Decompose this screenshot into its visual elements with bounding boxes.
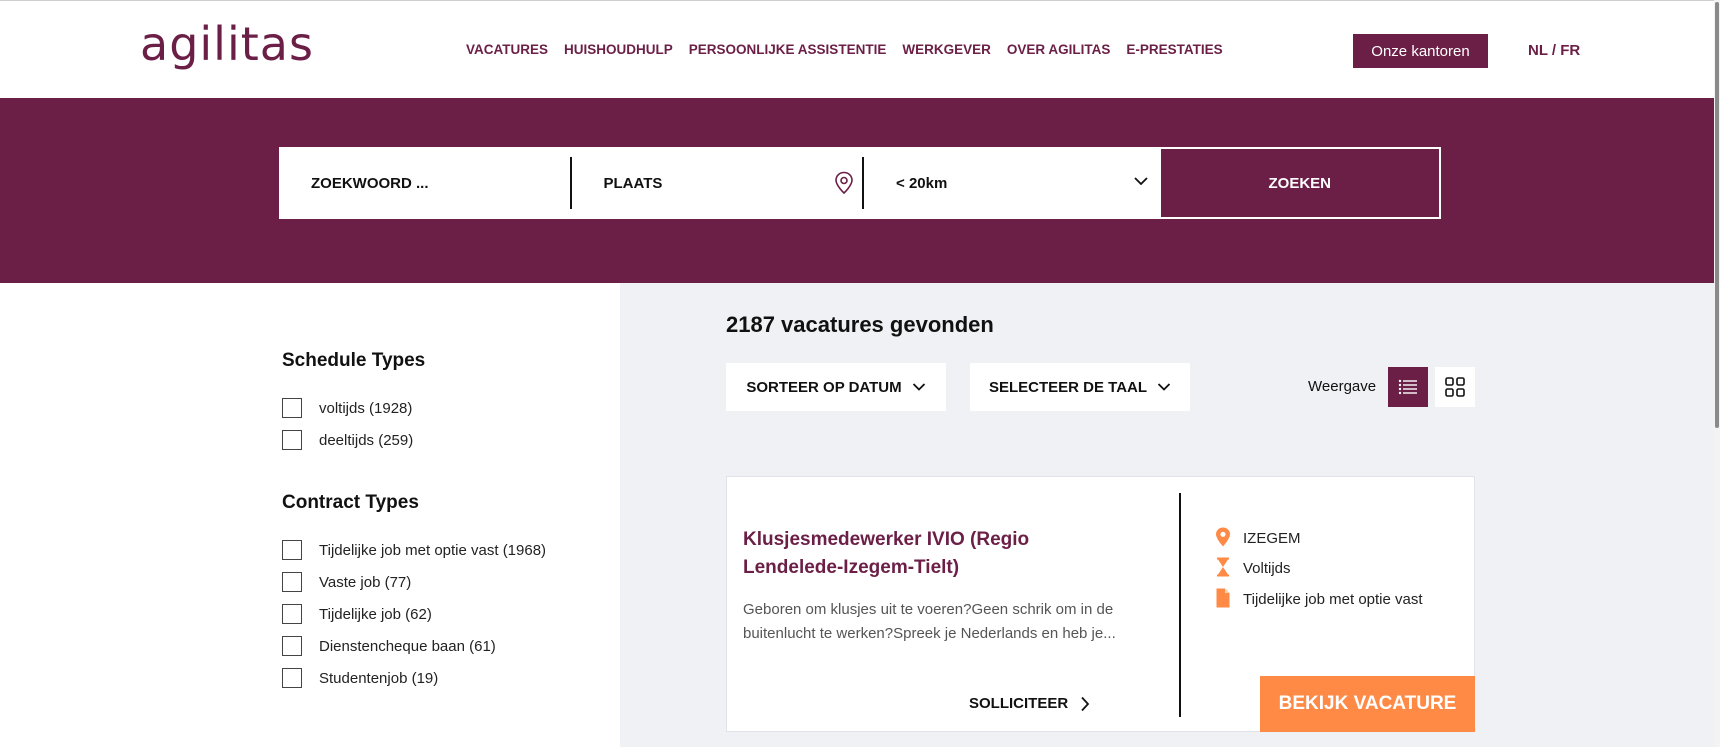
- job-contract-text: Tijdelijke job met optie vast: [1243, 590, 1423, 608]
- language-label: SELECTEER DE TAAL: [988, 378, 1148, 396]
- language-dropdown[interactable]: SELECTEER DE TAAL: [970, 363, 1190, 411]
- view-job-button[interactable]: BEKIJK VACATURE: [1260, 676, 1475, 732]
- nav-persoonlijke-assistentie[interactable]: PERSOONLIJKE ASSISTENTIE: [689, 42, 887, 57]
- checkbox[interactable]: [282, 572, 302, 592]
- filter-option[interactable]: voltijds (1928): [282, 392, 582, 424]
- job-schedule: Voltijds: [1215, 557, 1435, 580]
- job-schedule-text: Voltijds: [1243, 560, 1291, 578]
- search-bar: ZOEKWOORD ... PLAATS < 20km ZOEKEN: [279, 147, 1441, 219]
- list-icon: [1398, 379, 1417, 395]
- filter-title: Schedule Types: [282, 350, 426, 371]
- filter-option-label: Dienstencheque baan (61): [319, 637, 496, 655]
- job-card: Klusjesmedewerker IVIO (Regio Lendelede-…: [726, 476, 1475, 732]
- nav-werkgever[interactable]: WERKGEVER: [902, 42, 991, 57]
- apply-label: SOLLICITEER: [969, 695, 1069, 712]
- job-location-text: IZEGEM: [1243, 530, 1301, 547]
- chevron-down-icon: [912, 383, 925, 391]
- language-switch[interactable]: NL / FR: [1528, 42, 1580, 59]
- chevron-down-icon: [1157, 383, 1171, 391]
- chevron-down-icon: [1133, 177, 1148, 186]
- filter-option[interactable]: deeltijds (259): [282, 424, 582, 456]
- filter-option-label: Tijdelijke job met optie vast (1968): [319, 541, 547, 559]
- keyword-input[interactable]: ZOEKWOORD ...: [279, 147, 570, 219]
- job-title[interactable]: Klusjesmedewerker IVIO (Regio Lendelede-…: [743, 526, 1133, 581]
- hourglass-icon: [1217, 557, 1229, 577]
- checkbox[interactable]: [282, 398, 302, 418]
- nav-huishoudhulp[interactable]: HUISHOUDHULP: [564, 42, 673, 57]
- checkbox[interactable]: [282, 430, 302, 450]
- filter-group-schedule: Schedule Types voltijds (1928) deeltijds…: [282, 350, 582, 456]
- nav-vacatures[interactable]: VACATURES: [466, 42, 548, 57]
- search-button[interactable]: ZOEKEN: [1158, 147, 1441, 219]
- place-input[interactable]: PLAATS: [572, 147, 863, 219]
- distance-value: < 20km: [896, 174, 948, 192]
- grid-icon: [1445, 377, 1465, 397]
- filter-option[interactable]: Tijdelijke job (62): [282, 598, 582, 630]
- scrollbar-thumb[interactable]: [1715, 2, 1719, 428]
- sort-label: SORTEER OP DATUM: [746, 378, 902, 396]
- place-placeholder: PLAATS: [603, 174, 663, 192]
- filter-title: Contract Types: [282, 492, 419, 513]
- keyword-placeholder: ZOEKWOORD ...: [311, 174, 429, 192]
- job-meta: IZEGEM Voltijds Tijdelijke job met optie…: [1215, 527, 1435, 618]
- filter-group-contract: Contract Types Tijdelijke job met optie …: [282, 492, 582, 694]
- job-description: Geboren om klusjes uit te voeren?Geen sc…: [743, 601, 1116, 642]
- distance-select[interactable]: < 20km: [864, 147, 1159, 219]
- filter-option[interactable]: Tijdelijke job met optie vast (1968): [282, 534, 582, 566]
- checkbox[interactable]: [282, 540, 302, 560]
- job-contract: Tijdelijke job met optie vast: [1215, 588, 1435, 611]
- checkbox[interactable]: [282, 636, 302, 656]
- card-divider: [1179, 493, 1181, 717]
- nav-e-prestaties[interactable]: E-PRESTATIES: [1126, 42, 1222, 57]
- document-icon: [1216, 588, 1230, 607]
- checkbox[interactable]: [282, 604, 302, 624]
- filter-option[interactable]: Vaste job (77): [282, 566, 582, 598]
- filter-option-label: voltijds (1928): [319, 399, 413, 417]
- filter-option-label: Vaste job (77): [319, 573, 412, 591]
- nav-over-agilitas[interactable]: OVER AGILITAS: [1007, 42, 1111, 57]
- job-location: IZEGEM: [1215, 527, 1435, 550]
- filter-option[interactable]: Dienstencheque baan (61): [282, 630, 582, 662]
- apply-link[interactable]: SOLLICITEER: [969, 695, 1090, 712]
- agilitas-logo[interactable]: agilitas: [140, 21, 314, 67]
- grid-view-button[interactable]: [1435, 367, 1475, 407]
- filter-option-label: deeltijds (259): [319, 431, 414, 449]
- location-pin-icon[interactable]: [834, 171, 854, 195]
- site-header: agilitas VACATURES HUISHOUDHULP PERSOONL…: [0, 0, 1720, 98]
- view-label: Weergave: [1308, 378, 1377, 395]
- filter-option[interactable]: Studentenjob (19): [282, 662, 582, 694]
- filter-option-label: Tijdelijke job (62): [319, 605, 432, 623]
- list-view-button[interactable]: [1388, 367, 1428, 407]
- filter-sidebar: Schedule Types voltijds (1928) deeltijds…: [282, 350, 582, 730]
- sort-dropdown[interactable]: SORTEER OP DATUM: [726, 363, 946, 411]
- checkbox[interactable]: [282, 668, 302, 688]
- results-count: 2187 vacatures gevonden: [726, 312, 994, 337]
- chevron-right-icon: [1081, 696, 1090, 711]
- main-nav: VACATURES HUISHOUDHULP PERSOONLIJKE ASSI…: [466, 42, 1223, 57]
- offices-button[interactable]: Onze kantoren: [1353, 34, 1488, 68]
- filter-option-label: Studentenjob (19): [319, 669, 439, 687]
- pin-icon: [1216, 527, 1230, 547]
